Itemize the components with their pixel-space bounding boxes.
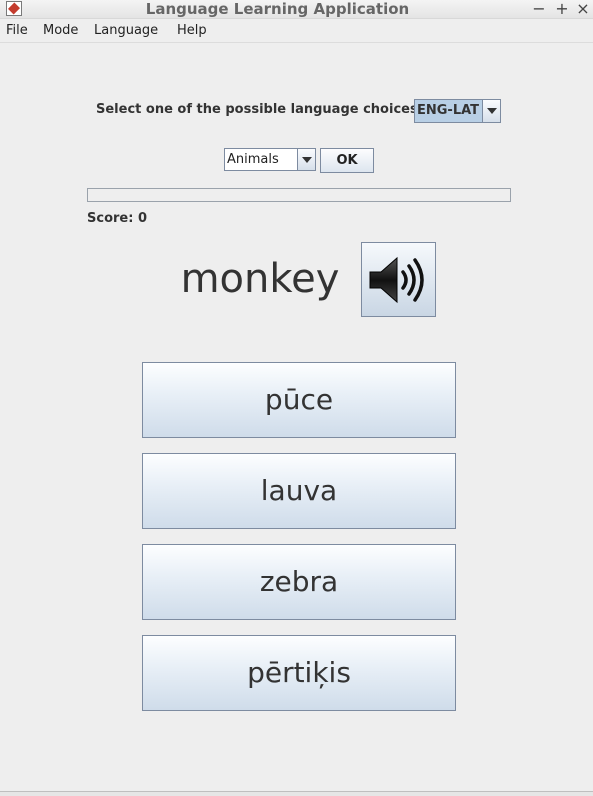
question-word: monkey [180,256,340,302]
score-label: Score: [87,211,134,226]
category-select-value: Animals [227,152,279,167]
score-value: 0 [137,211,148,226]
speaker-icon [369,256,424,304]
answer-button-4[interactable]: pērtiķis [142,635,456,711]
answer-button-1[interactable]: pūce [142,362,456,438]
menu-help[interactable]: Help [177,20,207,42]
ok-button[interactable]: OK [320,148,374,173]
menu-language[interactable]: Language [94,20,158,42]
menu-mode[interactable]: Mode [43,20,78,42]
language-select-arrow[interactable] [482,100,500,122]
answer-button-2[interactable]: lauva [142,453,456,529]
language-prompt-label: Select one of the possible language choi… [96,102,418,117]
menu-bar: File Mode Language Help [0,20,593,43]
language-select-value: ENG-LAT [415,100,484,122]
chevron-down-icon [487,108,497,114]
chevron-down-icon [302,157,312,163]
close-button[interactable]: × [576,0,590,18]
progress-bar [87,188,511,202]
title-bar: Language Learning Application − + × [0,0,593,19]
category-select-arrow[interactable] [297,149,315,170]
window-bottom-edge [0,791,593,796]
category-select[interactable]: Animals [224,148,316,171]
maximize-button[interactable]: + [555,0,569,18]
menu-file[interactable]: File [6,20,28,42]
play-sound-button[interactable] [361,242,436,317]
answer-button-3[interactable]: zebra [142,544,456,620]
language-select[interactable]: ENG-LAT [414,99,501,123]
minimize-button[interactable]: − [532,0,546,18]
score-display: Score: 0 [87,210,147,228]
window-title: Language Learning Application [145,0,410,18]
